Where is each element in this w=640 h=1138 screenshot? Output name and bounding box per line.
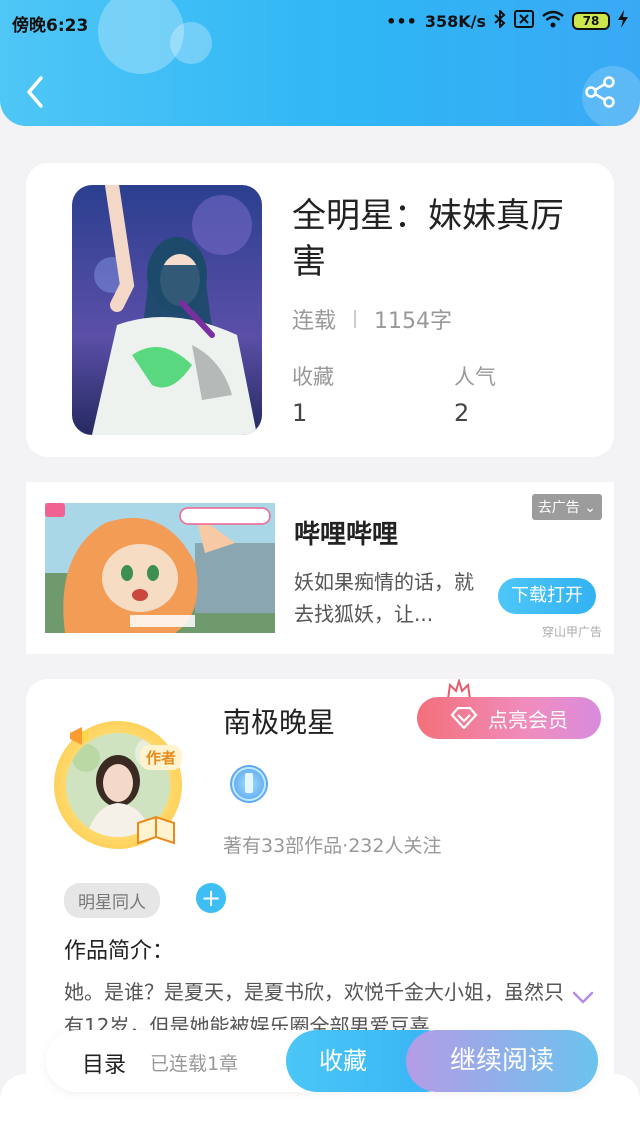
favorites-label: 收藏 — [292, 365, 334, 389]
status-bar: 傍晚6:23 ••• 358K/s 78 — [0, 0, 640, 44]
status-time: 傍晚6:23 — [12, 16, 89, 36]
share-button[interactable] — [582, 74, 618, 110]
book-cover-image[interactable] — [72, 185, 262, 435]
book-info-card: 全明星：妹妹真厉害 连载 1154字 收藏 1 人气 2 — [26, 163, 614, 457]
toc-chapter-count[interactable]: 已连载1章 — [150, 1049, 238, 1076]
book-status: 连载 — [292, 309, 337, 334]
ad-banner[interactable]: 哔哩哔哩 妖如果痴情的话，就去找狐妖，让... 去广告 ⌄ 下载打开 穿山甲广告 — [26, 482, 614, 654]
ad-title[interactable]: 哔哩哔哩 — [294, 514, 398, 551]
ad-image[interactable] — [45, 503, 275, 633]
favorite-label: 收藏 — [319, 1047, 367, 1075]
chevron-left-icon — [27, 76, 43, 108]
add-tag-button[interactable]: + — [196, 883, 226, 913]
continue-reading-button[interactable]: 继续阅读 — [406, 1030, 598, 1092]
favorites-value: 1 — [292, 399, 308, 427]
remove-ad-button[interactable]: 去广告 ⌄ — [531, 494, 602, 520]
share-icon — [585, 76, 615, 108]
plus-icon: + — [200, 884, 222, 912]
chevron-down-icon: ⌄ — [584, 500, 596, 516]
network-speed: 358K/s — [424, 11, 486, 31]
megaphone-icon — [70, 727, 88, 745]
vip-label: 点亮会员 — [488, 707, 568, 732]
charging-icon — [618, 10, 628, 32]
ad-download-button[interactable]: 下载打开 — [498, 578, 596, 614]
expand-chevron-icon[interactable] — [572, 991, 594, 1005]
vip-button[interactable]: 点亮会员 — [417, 697, 601, 739]
wifi-icon — [542, 10, 564, 32]
battery-indicator: 78 — [572, 12, 610, 30]
back-button[interactable] — [18, 72, 52, 112]
author-stats: 著有33部作品·232人关注 — [223, 835, 442, 857]
book-icon — [137, 815, 175, 845]
remove-ad-label: 去广告 — [537, 500, 580, 516]
genre-tag[interactable]: 明星同人 — [64, 883, 160, 918]
author-badge: 作者 — [140, 745, 182, 770]
signal-dots-icon: ••• — [386, 11, 417, 31]
popularity-label: 人气 — [454, 365, 496, 389]
bluetooth-icon — [494, 8, 506, 32]
header: 傍晚6:23 ••• 358K/s 78 — [0, 0, 640, 126]
meta-divider — [354, 310, 357, 328]
author-name[interactable]: 南极晚星 — [223, 701, 335, 741]
author-medal-icon[interactable] — [230, 765, 268, 803]
status-icons: ••• 358K/s 78 — [386, 8, 628, 32]
intro-label: 作品简介： — [64, 939, 175, 964]
toc-button[interactable]: 目录 — [82, 1047, 126, 1079]
intro-text: 她。是谁？是夏天，是夏书欣，欢悦千金大小姐，虽然只有12岁，但是她能被娱乐圈全部… — [64, 980, 564, 1037]
author-avatar[interactable]: 作者 — [54, 721, 182, 849]
book-meta: 连载 1154字 — [292, 303, 452, 335]
ad-source: 穿山甲广告 — [541, 625, 602, 639]
book-word-count: 1154字 — [374, 309, 453, 334]
bottom-action-bar: 目录 已连载1章 收藏 继续阅读 — [46, 1030, 598, 1092]
book-title: 全明星：妹妹真厉害 — [292, 196, 564, 282]
ad-description[interactable]: 妖如果痴情的话，就去找狐妖，让... — [294, 566, 474, 630]
popularity-value: 2 — [454, 399, 470, 427]
diamond-icon — [450, 707, 478, 729]
no-sim-icon — [514, 10, 534, 32]
